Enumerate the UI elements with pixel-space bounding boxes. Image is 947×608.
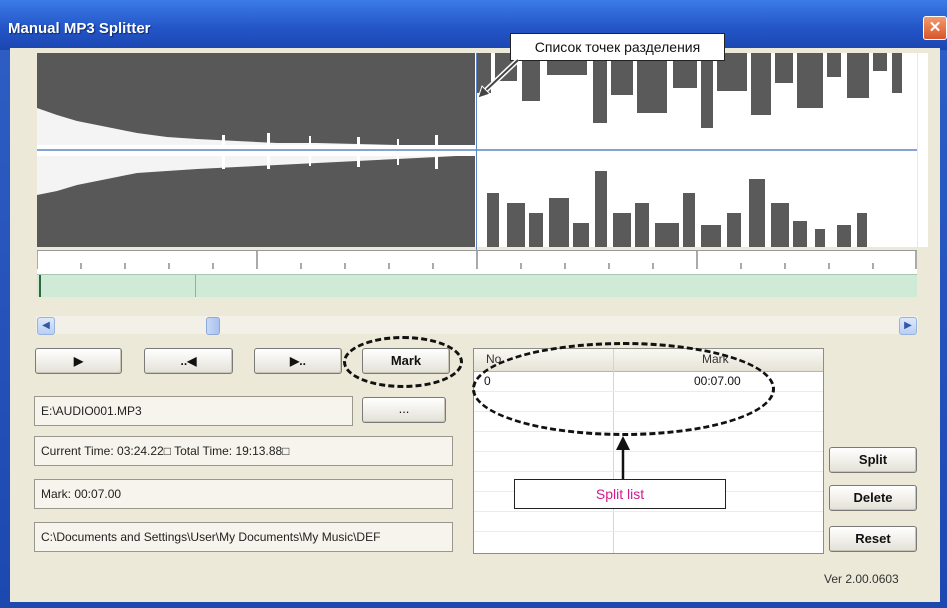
callout-split-points: Список точек разделения: [510, 33, 725, 61]
prev-mark-icon: ..◀: [180, 354, 197, 368]
scroll-right-icon[interactable]: ▶: [899, 317, 917, 335]
delete-button[interactable]: Delete: [829, 485, 917, 511]
arrow-icon: [616, 436, 630, 482]
browse-button[interactable]: ...: [362, 397, 446, 423]
mark-display: Mark: 00:07.00: [34, 479, 453, 509]
row-separator: [474, 511, 823, 512]
list-highlight-ellipse: [472, 342, 775, 436]
mark-highlight-ellipse: [343, 336, 463, 388]
title-bar[interactable]: Manual MP3 Splitter ✕: [0, 0, 947, 50]
amplitude-ruler: [918, 53, 928, 247]
overview-start-marker: [39, 275, 41, 297]
time-display: Current Time: 03:24.22□ Total Time: 19:1…: [34, 436, 453, 466]
prev-mark-button[interactable]: ..◀: [144, 348, 233, 374]
play-button[interactable]: ▶: [35, 348, 122, 374]
row-separator: [474, 531, 823, 532]
timeline-ticks: [36, 251, 917, 269]
output-path-field[interactable]: C:\Documents and Settings\User\My Docume…: [34, 522, 453, 552]
split-button[interactable]: Split: [829, 447, 917, 473]
play-icon: ▶: [73, 354, 84, 368]
overview-bar[interactable]: [37, 274, 917, 297]
callout-split-list: Split list: [514, 479, 726, 509]
timeline-ruler[interactable]: [36, 250, 917, 275]
row-separator: [474, 471, 823, 472]
overview-position-marker: [195, 275, 196, 297]
file-path-field[interactable]: E:\AUDIO001.MP3: [34, 396, 353, 426]
close-icon[interactable]: ✕: [923, 16, 947, 40]
app-window: Manual MP3 Splitter ✕ ◀ ▶ ▶ ..◀ ▶.. Mark…: [0, 0, 947, 608]
arrow-icon: [477, 58, 520, 99]
version-label: Ver 2.00.0603: [824, 572, 899, 586]
horizontal-scrollbar[interactable]: ◀ ▶: [36, 316, 918, 335]
row-separator: [474, 451, 823, 452]
next-mark-icon: ▶..: [290, 354, 306, 368]
scroll-left-icon[interactable]: ◀: [37, 317, 55, 335]
next-mark-button[interactable]: ▶..: [254, 348, 342, 374]
reset-button[interactable]: Reset: [829, 526, 917, 552]
window-title: Manual MP3 Splitter: [8, 20, 151, 37]
scrollbar-thumb[interactable]: [206, 317, 220, 335]
